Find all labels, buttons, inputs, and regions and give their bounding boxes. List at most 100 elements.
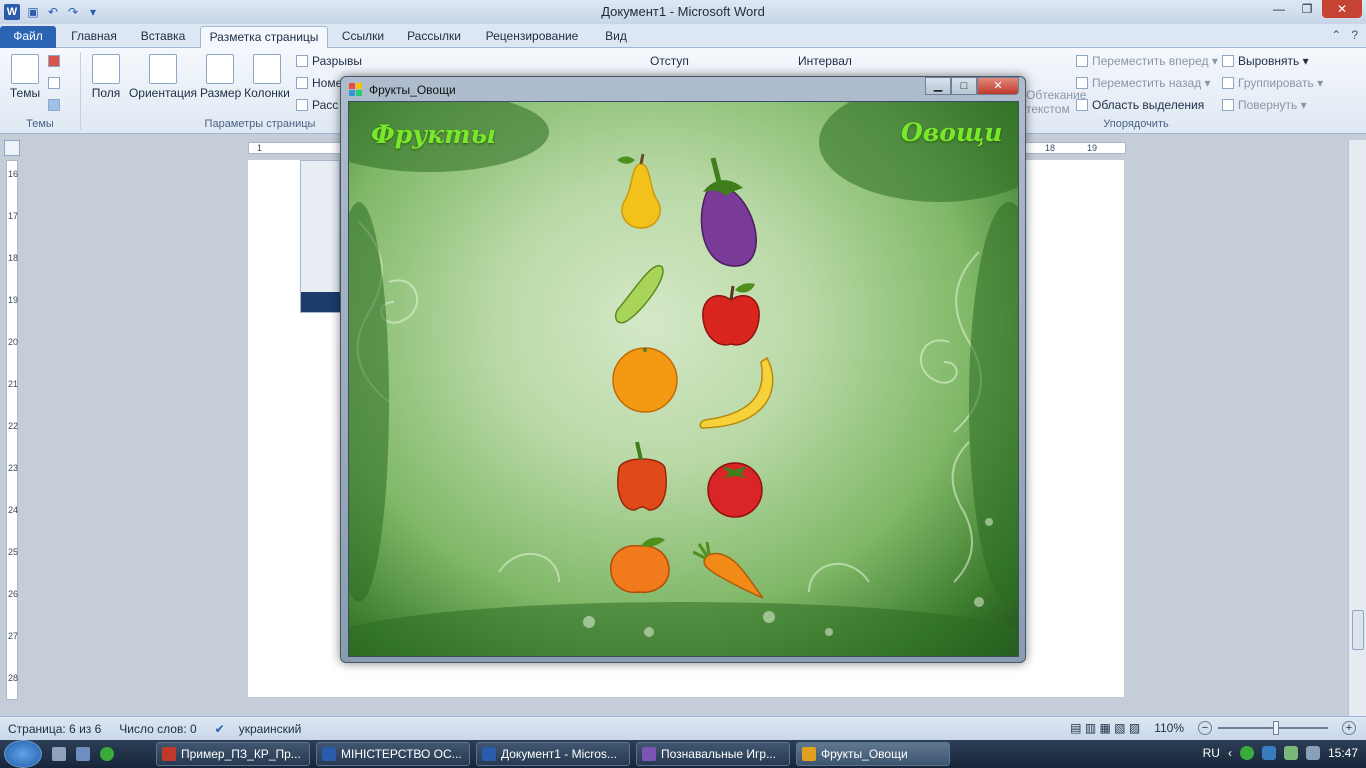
utorrent-icon[interactable] bbox=[100, 747, 114, 761]
scrollbar-thumb[interactable] bbox=[1352, 610, 1364, 650]
word-logo-icon[interactable]: W bbox=[4, 4, 20, 20]
clock[interactable]: 15:47 bbox=[1328, 746, 1358, 760]
apple-icon[interactable] bbox=[697, 280, 765, 350]
orientation-button[interactable]: Ориентация bbox=[128, 54, 198, 100]
task-label: Фрукты_Овощи bbox=[821, 747, 908, 761]
task-pdf[interactable]: Пример_ПЗ_КР_Пр... bbox=[156, 742, 310, 766]
ruler-tick: 16 bbox=[8, 169, 19, 179]
send-backward-button[interactable]: Переместить назад ▾ bbox=[1076, 76, 1211, 90]
bring-forward-button[interactable]: Переместить вперед ▾ bbox=[1076, 54, 1218, 68]
margins-icon bbox=[92, 54, 120, 84]
zoom-out-button[interactable]: − bbox=[1198, 721, 1212, 735]
ribbon-tabs: Файл Главная Вставка Разметка страницы С… bbox=[0, 24, 1366, 48]
ruler-tab-selector[interactable] bbox=[4, 140, 20, 156]
help-icon[interactable]: ? bbox=[1351, 28, 1358, 42]
dialog-close-button[interactable]: ✕ bbox=[977, 77, 1019, 95]
align-icon bbox=[1222, 55, 1234, 67]
theme-effects-icon[interactable] bbox=[48, 98, 64, 112]
language-indicator[interactable]: RU bbox=[1203, 746, 1220, 760]
group-button[interactable]: Группировать ▾ bbox=[1222, 76, 1323, 90]
collapse-ribbon-icon[interactable]: ⌃ bbox=[1331, 28, 1341, 42]
page-count[interactable]: Страница: 6 из 6 bbox=[8, 722, 101, 736]
proofing-icon[interactable]: ✔ bbox=[215, 722, 225, 736]
customize-qat-icon[interactable]: ▾ bbox=[86, 5, 100, 19]
align-label: Выровнять bbox=[1238, 54, 1300, 68]
tab-home[interactable]: Главная bbox=[64, 26, 124, 48]
line-numbers-icon bbox=[296, 77, 308, 89]
tomato-icon[interactable] bbox=[705, 458, 765, 518]
fruits-vegetables-window: Фрукты_Овощи ▁ □ ✕ Фрукты Овощи bbox=[340, 76, 1026, 663]
task-label: Пример_ПЗ_КР_Пр... bbox=[181, 747, 301, 761]
network-icon[interactable] bbox=[1283, 746, 1298, 760]
orange-icon[interactable] bbox=[611, 344, 679, 414]
minimize-button[interactable]: — bbox=[1266, 0, 1292, 18]
undo-icon[interactable]: ↶ bbox=[46, 5, 60, 19]
hyphenation-button[interactable]: Расс bbox=[296, 98, 338, 112]
task-label: Познавальные Игр... bbox=[661, 747, 777, 761]
size-button[interactable]: Размер bbox=[200, 54, 241, 100]
tab-references[interactable]: Ссылки bbox=[334, 26, 392, 48]
quicklaunch-window-icon[interactable] bbox=[76, 747, 90, 761]
breaks-button[interactable]: Разрывы bbox=[296, 54, 362, 68]
banana-icon[interactable] bbox=[697, 356, 783, 436]
zoom-in-button[interactable]: + bbox=[1342, 721, 1356, 735]
wrap-text-label-2[interactable]: текстом bbox=[1026, 102, 1070, 116]
size-icon bbox=[206, 54, 234, 84]
align-button[interactable]: Выровнять ▾ bbox=[1222, 54, 1309, 68]
volume-icon[interactable] bbox=[1305, 746, 1320, 760]
vertical-ruler[interactable]: 16 17 18 19 20 21 22 23 24 25 26 27 28 bbox=[6, 160, 18, 700]
carrot-icon[interactable] bbox=[693, 542, 767, 602]
utorrent-tray-icon[interactable] bbox=[1239, 746, 1254, 760]
task-word-ministry[interactable]: МІНІСТЕРСТВО ОС... bbox=[316, 742, 470, 766]
pear-icon[interactable] bbox=[611, 150, 671, 230]
view-buttons-icon[interactable]: ▤ ▥ ▦ ▧ ▨ bbox=[1070, 721, 1140, 735]
peach-icon[interactable] bbox=[607, 534, 673, 596]
redo-icon[interactable]: ↷ bbox=[66, 5, 80, 19]
group-themes-label: Темы bbox=[26, 118, 54, 130]
dialog-minimize-button[interactable]: ▁ bbox=[925, 77, 951, 95]
columns-icon bbox=[253, 54, 281, 84]
rotate-label: Повернуть bbox=[1238, 98, 1298, 112]
margins-button[interactable]: Поля bbox=[88, 54, 124, 100]
columns-button[interactable]: Колонки bbox=[242, 54, 292, 100]
word-count[interactable]: Число слов: 0 bbox=[119, 722, 196, 736]
foliage-border bbox=[349, 102, 1018, 656]
tab-page-layout[interactable]: Разметка страницы bbox=[200, 26, 328, 48]
rotate-icon bbox=[1222, 99, 1234, 111]
zoom-level[interactable]: 110% bbox=[1154, 721, 1184, 735]
quick-access-toolbar: W ▣ ↶ ↷ ▾ bbox=[0, 4, 100, 20]
rotate-button[interactable]: Повернуть ▾ bbox=[1222, 98, 1307, 112]
ruler-tick: 19 bbox=[8, 295, 19, 305]
themes-button[interactable]: Темы bbox=[6, 54, 44, 100]
tab-mailings[interactable]: Рассылки bbox=[400, 26, 468, 48]
task-visual-studio[interactable]: Познавальные Игр... bbox=[636, 742, 790, 766]
cucumber-icon[interactable] bbox=[611, 262, 673, 326]
theme-colors-icon[interactable] bbox=[48, 54, 64, 68]
task-fruits-vegetables[interactable]: Фрукты_Овощи bbox=[796, 742, 950, 766]
theme-fonts-icon[interactable] bbox=[48, 76, 64, 90]
show-desktop-icon[interactable] bbox=[52, 747, 66, 761]
skype-tray-icon[interactable] bbox=[1261, 746, 1276, 760]
save-icon[interactable]: ▣ bbox=[26, 5, 40, 19]
vertical-scrollbar[interactable] bbox=[1348, 140, 1366, 718]
margins-label: Поля bbox=[91, 86, 121, 100]
tab-review[interactable]: Рецензирование bbox=[476, 26, 588, 48]
maximize-button[interactable]: ❐ bbox=[1294, 0, 1320, 18]
tab-view[interactable]: Вид bbox=[596, 26, 636, 48]
close-button[interactable]: ✕ bbox=[1322, 0, 1362, 18]
zoom-slider[interactable] bbox=[1218, 721, 1328, 735]
zoom-slider-knob[interactable] bbox=[1273, 721, 1279, 735]
task-word-doc1[interactable]: Документ1 - Micros... bbox=[476, 742, 630, 766]
tab-file[interactable]: Файл bbox=[0, 26, 56, 48]
bell-pepper-icon[interactable] bbox=[611, 438, 673, 514]
dialog-maximize-button[interactable]: □ bbox=[951, 77, 977, 95]
line-numbers-button[interactable]: Номе bbox=[296, 76, 342, 90]
selection-pane-button[interactable]: Область выделения bbox=[1076, 98, 1204, 112]
word-icon bbox=[482, 747, 496, 761]
tab-insert[interactable]: Вставка bbox=[132, 26, 194, 48]
language[interactable]: украинский bbox=[239, 722, 302, 736]
tray-expand-icon[interactable]: ‹ bbox=[1228, 746, 1232, 760]
start-button[interactable] bbox=[4, 740, 42, 768]
ruler-tick: 21 bbox=[8, 379, 19, 389]
eggplant-icon[interactable] bbox=[689, 152, 765, 270]
